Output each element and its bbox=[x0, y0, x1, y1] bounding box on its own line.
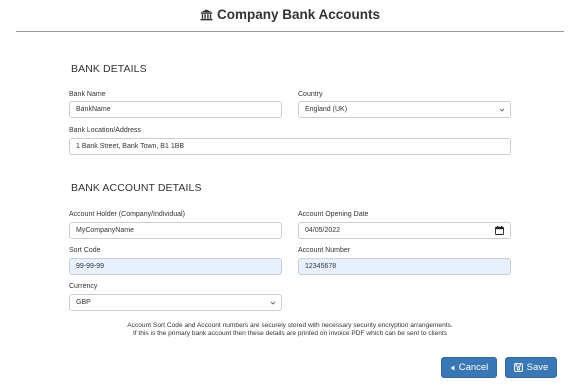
holder-label: Account Holder (Company/Individual) bbox=[69, 211, 185, 218]
sort-code-input[interactable]: 99-99-99 bbox=[69, 258, 282, 275]
account-number-label: Account Number bbox=[298, 247, 351, 254]
sort-code-label: Sort Code bbox=[69, 247, 101, 254]
header-divider bbox=[16, 31, 564, 32]
cancel-button[interactable]: Cancel bbox=[441, 357, 497, 378]
page-title: Company Bank Accounts bbox=[0, 7, 580, 24]
opening-date-input[interactable]: 04/05/2022 bbox=[298, 222, 511, 239]
chevron-down-icon bbox=[499, 108, 505, 112]
account-details-heading: BANK ACCOUNT DETAILS bbox=[71, 182, 202, 194]
currency-label: Currency bbox=[69, 283, 98, 290]
save-button-label: Save bbox=[526, 362, 549, 373]
save-button[interactable]: Save bbox=[505, 357, 557, 378]
currency-select[interactable]: GBP bbox=[69, 294, 282, 311]
bank-details-heading: BANK DETAILS bbox=[71, 63, 147, 75]
calendar-icon[interactable] bbox=[495, 226, 504, 235]
bank-name-input[interactable]: BankName bbox=[69, 101, 282, 118]
page-header: Company Bank Accounts bbox=[0, 0, 580, 32]
chevron-down-icon bbox=[270, 301, 276, 305]
bank-name-label: Bank Name bbox=[69, 91, 106, 98]
bank-icon bbox=[200, 9, 213, 24]
holder-input[interactable]: MyCompanyName bbox=[69, 222, 282, 239]
caret-left-icon bbox=[450, 365, 455, 370]
location-input[interactable]: 1 Bank Street, Bank Town, B1 1BB bbox=[69, 138, 511, 155]
security-note-line2: If this is the primary bank account then… bbox=[132, 330, 448, 337]
floppy-disk-icon bbox=[513, 363, 523, 372]
account-number-input[interactable]: 12345678 bbox=[298, 258, 511, 275]
page-title-text: Company Bank Accounts bbox=[216, 7, 381, 22]
location-label: Bank Location/Address bbox=[69, 127, 141, 134]
cancel-button-label: Cancel bbox=[458, 362, 489, 373]
country-label: Country bbox=[298, 91, 323, 98]
opening-date-label: Account Opening Date bbox=[298, 211, 369, 218]
country-select[interactable]: England (UK) bbox=[298, 101, 511, 118]
